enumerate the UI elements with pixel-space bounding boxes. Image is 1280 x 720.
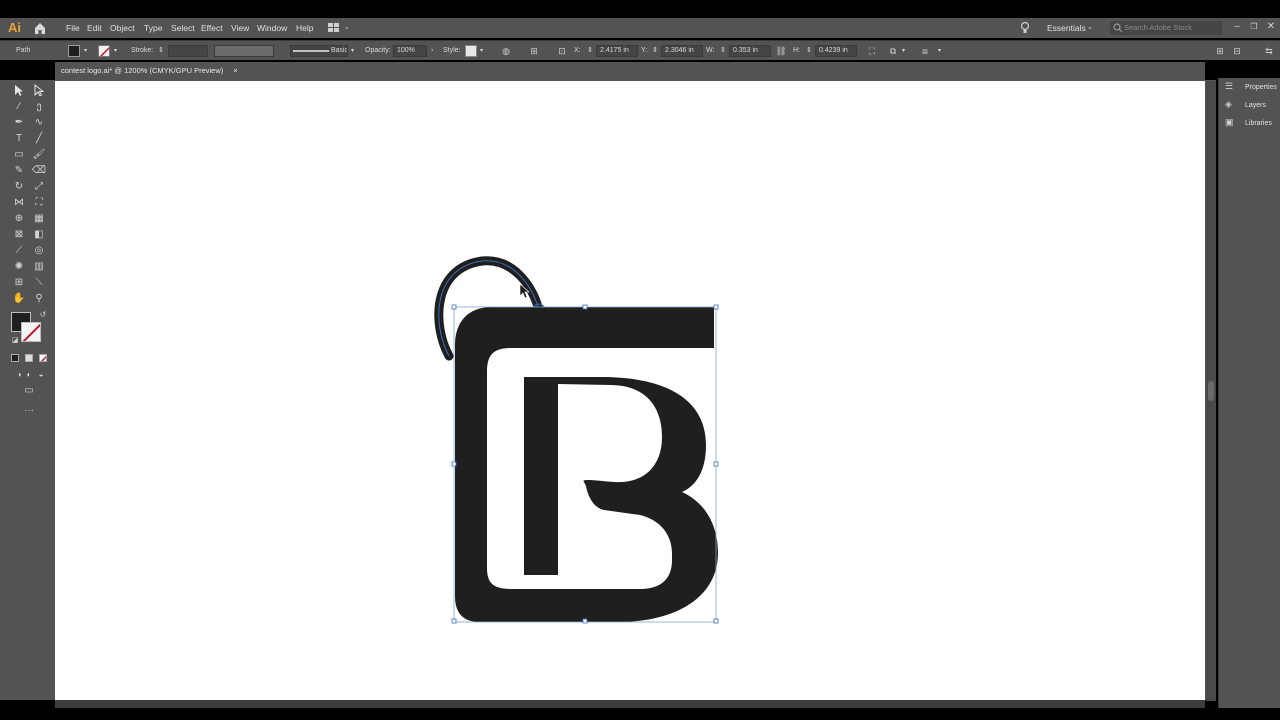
handle-tr[interactable] [713,304,719,310]
panel-libraries[interactable]: ▣ Libraries [1225,114,1272,130]
horizontal-scrollbar[interactable] [55,700,1205,708]
status-bar [0,708,1280,720]
logo-c-shape[interactable] [455,307,718,622]
properties-icon: ☰ [1225,81,1234,91]
libraries-label: Libraries [1245,120,1272,127]
handle-br[interactable] [713,618,719,624]
panel-layers[interactable]: ◈ Layers [1225,96,1266,112]
handle-bl[interactable] [451,618,457,624]
panel-properties[interactable]: ☰ Properties [1225,78,1277,94]
layers-label: Layers [1245,102,1267,109]
libraries-icon: ▣ [1225,117,1234,127]
handle-ml[interactable] [451,461,457,467]
handle-bc[interactable] [582,618,588,624]
right-panel-dock: ☰ Properties ◈ Layers ▣ Libraries [1218,78,1280,718]
layers-icon: ◈ [1225,99,1232,109]
handle-tc[interactable] [582,304,588,310]
scroll-thumb[interactable] [1208,381,1214,401]
handle-mr[interactable] [713,461,719,467]
properties-label: Properties [1245,84,1277,91]
vertical-scrollbar[interactable] [1206,81,1216,701]
artwork-canvas [434,256,719,624]
handle-tl[interactable] [451,304,457,310]
